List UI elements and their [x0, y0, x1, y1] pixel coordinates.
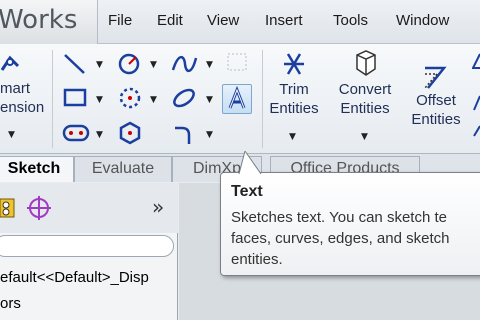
- arc-icon[interactable]: [116, 85, 144, 111]
- circle-icon[interactable]: [116, 51, 142, 77]
- tooltip: Text Sketches text. You can sketch te fa…: [220, 151, 480, 276]
- panel-toolbar: »: [0, 183, 178, 233]
- smart-dimension-label-2: ension: [0, 99, 45, 116]
- convert-entities-label-1: Convert: [338, 81, 392, 98]
- menu-tools[interactable]: Tools: [333, 12, 368, 29]
- fillet-icon[interactable]: [172, 124, 196, 146]
- tooltip-line-3: entities.: [231, 251, 283, 268]
- tab-sketch[interactable]: Sketch: [0, 156, 74, 182]
- tab-evaluate[interactable]: Evaluate: [74, 156, 172, 182]
- smart-dimension-icon: [0, 55, 20, 71]
- tooltip-line-1: Sketches text. You can sketch te: [231, 209, 447, 226]
- menu-insert[interactable]: Insert: [265, 12, 303, 29]
- chevron-down-icon[interactable]: ▼: [289, 132, 296, 142]
- menu-window[interactable]: Window: [396, 12, 449, 29]
- expand-icon[interactable]: »: [152, 195, 164, 219]
- offset-entities-icon: [424, 66, 447, 89]
- slot-icon[interactable]: [62, 122, 90, 144]
- configuration-manager-icon[interactable]: [0, 197, 18, 219]
- separator: [262, 50, 263, 148]
- filter-input[interactable]: [0, 235, 174, 257]
- chevron-down-icon[interactable]: ▼: [206, 130, 213, 140]
- app-name: Works: [0, 5, 78, 35]
- offset-entities-label-2: Entities: [411, 111, 461, 128]
- tree-item-sensors[interactable]: ors: [0, 295, 21, 312]
- tooltip-line-2: faces, curves, edges, and sketch: [231, 230, 450, 247]
- text-button[interactable]: [222, 84, 252, 114]
- chevron-down-icon[interactable]: ▼: [206, 60, 213, 70]
- ellipse-icon[interactable]: [170, 86, 198, 110]
- surface-icon: [227, 53, 247, 71]
- chevron-down-icon[interactable]: ▼: [96, 60, 103, 70]
- more-tools-icon[interactable]: [472, 52, 480, 142]
- trim-entities-label-1: Trim: [279, 81, 309, 98]
- menu-edit[interactable]: Edit: [157, 12, 183, 29]
- chevron-down-icon[interactable]: ▼: [96, 95, 103, 105]
- separator: [52, 50, 53, 148]
- smart-dimension-label-1: mart: [0, 80, 30, 97]
- command-manager: mart ension ▼ ▼ ▼ ▼ ▼ ▼ ▼ ▼ ▼ Trim Entit…: [0, 44, 480, 154]
- line-icon[interactable]: [62, 52, 88, 76]
- chevron-down-icon[interactable]: ▼: [150, 95, 157, 105]
- dimxpert-manager-icon[interactable]: [26, 195, 52, 221]
- chevron-down-icon[interactable]: ▼: [8, 130, 15, 140]
- menu-bar: Works File Edit View Insert Tools Window: [0, 0, 480, 44]
- tree-item-display-state[interactable]: efault<<Default>_Disp: [0, 269, 149, 286]
- spline-icon[interactable]: [170, 52, 198, 76]
- convert-entities-icon: [356, 50, 376, 76]
- menu-view[interactable]: View: [207, 12, 239, 29]
- menu-file[interactable]: File: [108, 12, 132, 29]
- tooltip-pointer: [238, 151, 262, 175]
- chevron-down-icon[interactable]: ▼: [96, 130, 103, 140]
- feature-manager-panel: » efault<<Default>_Disp ors: [0, 183, 178, 320]
- convert-entities-label-2: Entities: [340, 100, 390, 117]
- tooltip-title: Text: [231, 183, 263, 200]
- trim-entities-label-2: Entities: [269, 100, 319, 117]
- chevron-down-icon[interactable]: ▼: [150, 60, 157, 70]
- polygon-icon[interactable]: [118, 121, 142, 145]
- text-icon: [228, 85, 246, 109]
- chevron-down-icon[interactable]: ▼: [361, 132, 368, 142]
- app-logo[interactable]: Works: [0, 0, 98, 44]
- scissors-icon: [284, 53, 304, 75]
- rectangle-icon[interactable]: [62, 86, 88, 110]
- chevron-down-icon[interactable]: ▼: [206, 95, 213, 105]
- offset-entities-label-1: Offset: [416, 92, 456, 109]
